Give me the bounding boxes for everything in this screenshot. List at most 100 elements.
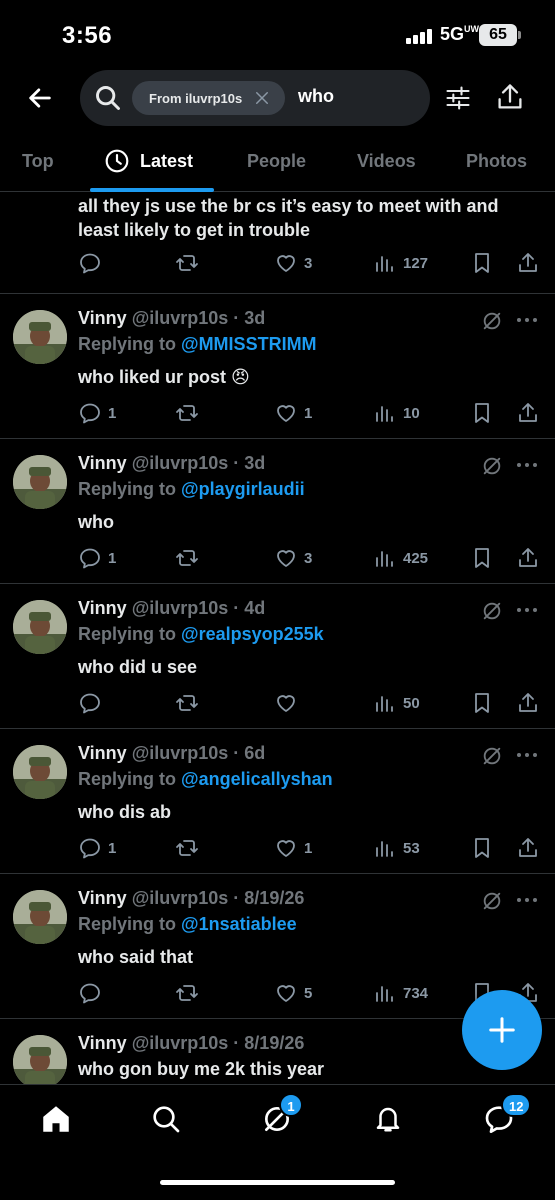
avatar[interactable] [13, 745, 67, 799]
reply-button[interactable] [78, 690, 108, 716]
grok-icon[interactable] [481, 455, 503, 477]
tab-videos[interactable]: Videos [357, 151, 416, 172]
repost-button[interactable] [175, 690, 205, 716]
filter-icon[interactable] [444, 84, 472, 112]
reply-button[interactable]: 1 [78, 400, 116, 426]
more-icon[interactable] [516, 751, 538, 759]
repost-button[interactable] [175, 980, 205, 1006]
grok-icon[interactable] [481, 600, 503, 622]
repost-icon [176, 695, 198, 711]
grok-badge: 1 [279, 1093, 303, 1117]
views-button[interactable]: 734 [373, 980, 428, 1006]
battery-icon: 65 [479, 24, 521, 46]
network-label: 5GUW [440, 24, 480, 44]
repost-button[interactable] [175, 250, 199, 276]
compose-button[interactable] [462, 990, 542, 1070]
more-icon[interactable] [516, 896, 538, 904]
repost-button[interactable] [175, 835, 205, 861]
clock-icon [105, 149, 129, 173]
like-button[interactable]: 1 [274, 835, 312, 861]
reply-button[interactable] [78, 250, 102, 276]
replying-to: Replying to @angelicallyshan [78, 769, 333, 789]
grok-icon[interactable] [481, 890, 503, 912]
mention-link[interactable]: @playgirlaudii [181, 479, 305, 499]
bookmark-button[interactable] [470, 545, 494, 571]
author-name[interactable]: Vinny [78, 1033, 127, 1053]
views-button[interactable]: 127 [373, 250, 428, 276]
tab-photos[interactable]: Photos [466, 151, 527, 172]
more-icon[interactable] [516, 606, 538, 614]
author-name[interactable]: Vinny [78, 743, 127, 763]
repost-button[interactable] [175, 545, 205, 571]
bookmark-button[interactable] [470, 690, 494, 716]
views-button[interactable]: 53 [373, 835, 420, 861]
like-button[interactable]: 5 [274, 980, 312, 1006]
views-button[interactable]: 10 [373, 400, 420, 426]
bookmark-button[interactable] [470, 835, 494, 861]
avatar[interactable] [13, 310, 67, 364]
author-handle-time: @iluvrp10s · 3d [131, 453, 266, 473]
avatar[interactable] [13, 600, 67, 654]
more-icon[interactable] [516, 461, 538, 469]
like-button[interactable] [274, 690, 304, 716]
tab-top[interactable]: Top [22, 151, 54, 172]
mention-link[interactable]: @angelicallyshan [181, 769, 333, 789]
grok-icon[interactable] [481, 745, 503, 767]
bookmark-button[interactable] [470, 400, 494, 426]
back-button[interactable] [22, 80, 58, 116]
author-name[interactable]: Vinny [78, 888, 127, 908]
grok-icon[interactable] [481, 310, 503, 332]
reply-button[interactable] [78, 980, 108, 1006]
like-count: 1 [304, 404, 313, 422]
reply-button[interactable]: 1 [78, 545, 116, 571]
views-button[interactable]: 50 [373, 690, 420, 716]
like-button[interactable]: 3 [274, 545, 312, 571]
mention-link[interactable]: @MMISSTRIMM [181, 334, 317, 354]
share-button[interactable] [516, 400, 540, 426]
nav-notifications[interactable] [368, 1099, 408, 1139]
post[interactable]: Vinny @iluvrp10s · 4d Replying to @realps… [0, 584, 555, 729]
avatar[interactable] [13, 1035, 67, 1084]
more-icon[interactable] [516, 316, 538, 324]
mention-link[interactable]: @realpsyop255k [181, 624, 324, 644]
avatar[interactable] [13, 455, 67, 509]
post[interactable]: Vinny @iluvrp10s · 3d Replying to @playgi… [0, 439, 555, 584]
tab-latest[interactable]: Latest [140, 151, 193, 172]
share-button[interactable] [516, 545, 540, 571]
replying-to: Replying to @MMISSTRIMM [78, 334, 317, 354]
author-name[interactable]: Vinny [78, 453, 127, 473]
reply-icon [80, 403, 100, 424]
tab-people[interactable]: People [247, 151, 306, 172]
post[interactable]: Vinny @iluvrp10s · 3d Replying to @MMISST… [0, 294, 555, 439]
home-icon [43, 1106, 69, 1132]
close-icon[interactable] [253, 89, 271, 107]
reply-button[interactable]: 1 [78, 835, 116, 861]
nav-messages[interactable]: 12 [479, 1093, 532, 1139]
post[interactable]: Vinny @iluvrp10s · 8/19/26 Replying to @1… [0, 874, 555, 1019]
share-button[interactable] [516, 690, 540, 716]
share-button[interactable] [516, 835, 540, 861]
nav-grok[interactable]: 1 [257, 1093, 303, 1139]
share-icon[interactable] [496, 82, 524, 112]
feed: all they js use the br cs it’s easy to m… [0, 192, 555, 1084]
like-icon [277, 255, 295, 272]
author-name[interactable]: Vinny [78, 598, 127, 618]
views-icon [376, 696, 393, 712]
repost-button[interactable] [175, 400, 205, 426]
share-button[interactable] [516, 250, 540, 276]
avatar[interactable] [13, 890, 67, 944]
bookmark-button[interactable] [470, 250, 494, 276]
author-name[interactable]: Vinny [78, 308, 127, 328]
nav-home[interactable] [36, 1099, 76, 1139]
like-button[interactable]: 3 [274, 250, 312, 276]
from-user-chip[interactable]: From iluvrp10s [132, 81, 285, 115]
nav-explore[interactable] [146, 1099, 186, 1139]
views-button[interactable]: 425 [373, 545, 428, 571]
post-text: who [78, 512, 114, 532]
like-button[interactable]: 1 [274, 400, 312, 426]
post-partial[interactable]: all they js use the br cs it’s easy to m… [0, 192, 555, 294]
post-header: Vinny @iluvrp10s · 6d [78, 743, 265, 764]
post[interactable]: Vinny @iluvrp10s · 6d Replying to @angeli… [0, 729, 555, 874]
mention-link[interactable]: @1nsatiablee [181, 914, 297, 934]
search-input[interactable]: From iluvrp10s who [80, 70, 430, 126]
